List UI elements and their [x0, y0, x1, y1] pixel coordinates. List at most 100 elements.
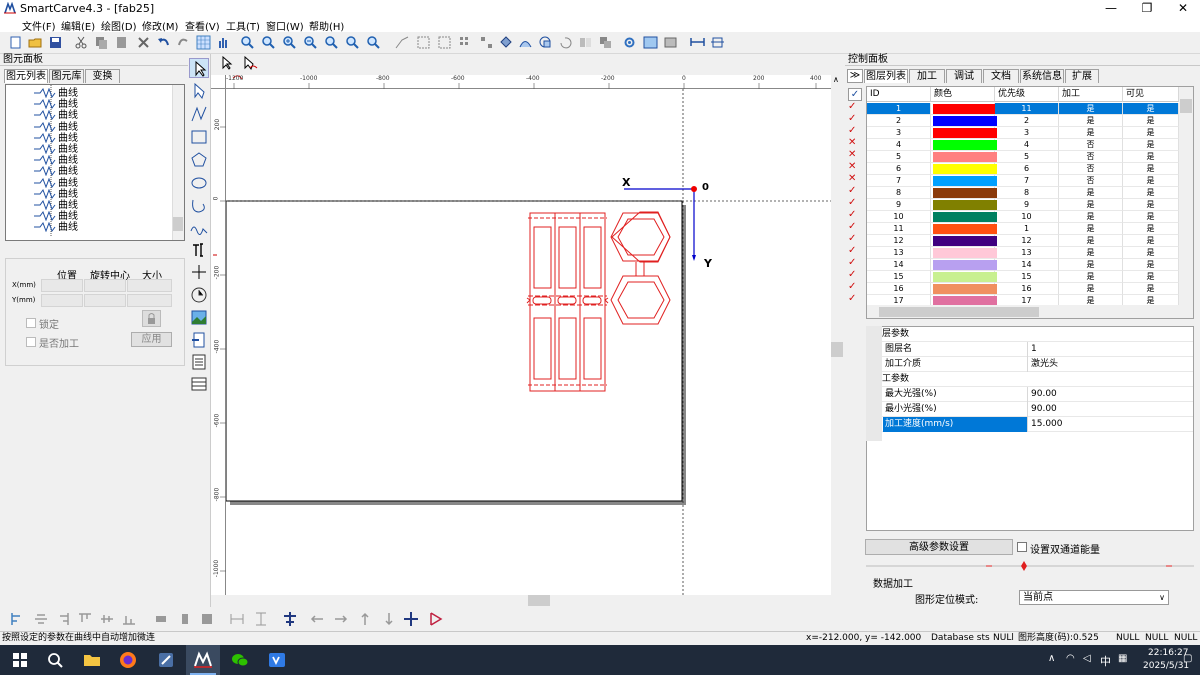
- row-layer-name[interactable]: 图层名 1: [867, 342, 1193, 357]
- align-top-icon[interactable]: [78, 612, 92, 626]
- measure-h-icon[interactable]: [690, 35, 705, 50]
- layer-color-swatch[interactable]: [931, 151, 997, 163]
- device-icon[interactable]: [663, 35, 678, 50]
- medium-value[interactable]: 激光头: [1027, 357, 1193, 372]
- center-page-icon[interactable]: [403, 611, 419, 627]
- expand-icon[interactable]: ≫: [847, 69, 863, 83]
- file-explorer-icon[interactable]: [82, 650, 102, 670]
- row-min-power[interactable]: 最小光强(%) 90.00: [867, 402, 1193, 417]
- tree-item-curve[interactable]: 曲线: [34, 222, 78, 233]
- layer-enabled-check-icon[interactable]: ✓: [848, 185, 856, 196]
- cut-icon[interactable]: [74, 35, 89, 50]
- curve-tool[interactable]: [189, 196, 209, 216]
- redo-icon[interactable]: [176, 35, 191, 50]
- grid-hscrollbar[interactable]: [867, 305, 1193, 318]
- row-max-power[interactable]: 最大光强(%) 90.00: [867, 387, 1193, 402]
- apply-button[interactable]: 应用: [131, 332, 172, 347]
- col-header-priority[interactable]: 优先级: [995, 87, 1059, 102]
- zoom-page-icon[interactable]: [345, 35, 360, 50]
- layer-color-swatch[interactable]: [931, 247, 997, 259]
- layer-enabled-check-icon[interactable]: ✓: [848, 221, 856, 232]
- tab-layer-list[interactable]: 图层列表: [864, 69, 908, 83]
- tray-wifi-icon[interactable]: ◠: [1066, 653, 1075, 664]
- group-process-params[interactable]: 加工参数: [867, 372, 1193, 387]
- path-optimize-icon[interactable]: [518, 35, 533, 50]
- locate-mode-select[interactable]: 当前点 ∨: [1019, 590, 1169, 605]
- speed-value[interactable]: 15.000: [1027, 417, 1193, 432]
- layer-color-swatch[interactable]: [931, 103, 997, 115]
- fill-bucket-icon[interactable]: [498, 35, 513, 50]
- align-right-icon[interactable]: [56, 612, 70, 626]
- layer-enabled-check-icon[interactable]: ✓: [848, 233, 856, 244]
- search-icon[interactable]: [45, 650, 65, 670]
- notification-icon[interactable]: ▢: [1183, 653, 1192, 664]
- layer-enabled-check-icon[interactable]: ✓: [848, 293, 856, 304]
- firefox-icon[interactable]: [118, 650, 138, 670]
- zoom-selection-icon[interactable]: [366, 35, 381, 50]
- align-bottom-icon[interactable]: [122, 612, 136, 626]
- max-power-value[interactable]: 90.00: [1027, 387, 1193, 402]
- layer-color-swatch[interactable]: [931, 211, 997, 223]
- hscroll-thumb[interactable]: [528, 595, 550, 606]
- layer-color-swatch[interactable]: [931, 283, 997, 295]
- tray-grid-icon[interactable]: ▦: [1118, 653, 1127, 664]
- combine-icon[interactable]: [479, 35, 494, 50]
- tray-volume-icon[interactable]: ◁: [1083, 653, 1091, 664]
- freehand-tool[interactable]: [189, 219, 209, 239]
- tree-item-curve[interactable]: 曲线: [34, 188, 78, 200]
- layer-enabled-check-icon[interactable]: ✓: [848, 101, 856, 112]
- lock-button[interactable]: [142, 310, 161, 327]
- flip-icon[interactable]: [428, 611, 444, 627]
- close-button[interactable]: ✕: [1166, 0, 1200, 17]
- layer-enabled-check-icon[interactable]: ✓: [848, 269, 856, 280]
- layer-color-swatch[interactable]: [931, 223, 997, 235]
- settings-gear-icon[interactable]: [622, 35, 637, 50]
- min-power-value[interactable]: 90.00: [1027, 402, 1193, 417]
- canvas-vscrollbar[interactable]: ∧: [831, 75, 845, 595]
- row-speed[interactable]: 加工速度(mm/s) 15.000: [867, 417, 1193, 432]
- layer-enabled-check-icon[interactable]: ✓: [848, 113, 856, 124]
- tab-system-info[interactable]: 系统信息: [1020, 69, 1064, 83]
- barcode-tool[interactable]: [189, 352, 209, 372]
- center-y-field[interactable]: [84, 294, 126, 307]
- group-layer-params[interactable]: 图层参数: [867, 327, 1193, 342]
- center-x-field[interactable]: [84, 279, 126, 292]
- new-file-icon[interactable]: [8, 35, 23, 50]
- menu-window[interactable]: 窗口(W): [266, 18, 304, 33]
- hand-pan-icon[interactable]: [216, 35, 231, 50]
- image-tool[interactable]: [189, 308, 209, 328]
- tray-ime[interactable]: 中: [1100, 653, 1111, 669]
- layer-color-swatch[interactable]: [931, 271, 997, 283]
- polygon-tool[interactable]: [189, 150, 209, 170]
- minimize-button[interactable]: —: [1094, 0, 1128, 17]
- move-down-icon[interactable]: [382, 612, 396, 626]
- ellipse-tool[interactable]: [189, 173, 209, 193]
- measure-box-icon[interactable]: [710, 35, 725, 50]
- layer-name-value[interactable]: 1: [1027, 342, 1193, 357]
- layer-enabled-check-icon[interactable]: ✓: [848, 125, 856, 136]
- paste-icon[interactable]: [114, 35, 129, 50]
- layer-color-swatch[interactable]: [931, 139, 997, 151]
- undo-icon[interactable]: [156, 35, 171, 50]
- maximize-button[interactable]: ❐: [1130, 0, 1164, 17]
- row-medium[interactable]: 加工介质 激光头: [867, 357, 1193, 372]
- tab-document[interactable]: 文档: [983, 69, 1019, 83]
- dual-channel-checkbox[interactable]: [1017, 542, 1027, 552]
- image-icon[interactable]: [643, 35, 658, 50]
- layer-color-swatch[interactable]: [931, 187, 997, 199]
- move-right-icon[interactable]: [334, 612, 348, 626]
- zoom-icon[interactable]: [240, 35, 255, 50]
- layer-disabled-x-icon[interactable]: ✕: [848, 149, 856, 160]
- menu-view[interactable]: 查看(V): [185, 18, 220, 33]
- col-header-visible[interactable]: 可见: [1123, 87, 1179, 102]
- layer-disabled-x-icon[interactable]: ✕: [848, 161, 856, 172]
- import-tool[interactable]: [189, 330, 209, 350]
- tree-item-curve[interactable]: 曲线: [34, 88, 78, 99]
- tab-debug[interactable]: 调试: [946, 69, 982, 83]
- tab-element-list[interactable]: 图元列表: [4, 69, 48, 83]
- tree-item-curve[interactable]: 曲线: [34, 121, 78, 133]
- tree-item-curve[interactable]: 曲线: [34, 211, 78, 222]
- process-checkbox[interactable]: [26, 337, 36, 347]
- lock-checkbox[interactable]: [26, 318, 36, 328]
- rectangle-tool[interactable]: [189, 127, 209, 147]
